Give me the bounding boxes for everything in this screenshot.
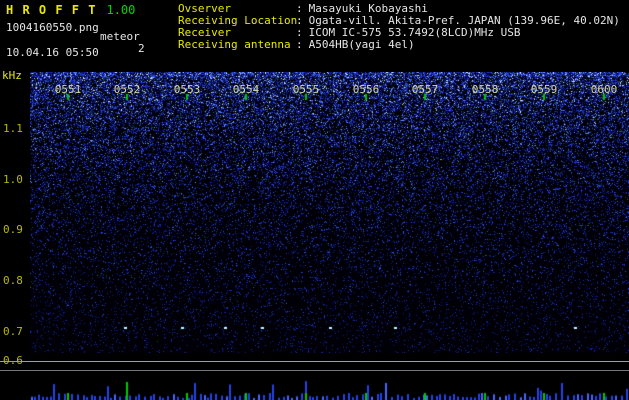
time-tick-0551: 0551 — [54, 83, 82, 96]
spectrogram-canvas — [30, 72, 629, 353]
meteor-counter-label: meteor — [100, 30, 140, 43]
antenna-value: A504HB(yagi 4el) — [308, 38, 415, 51]
colon-separator: : — [296, 38, 303, 51]
output-filename: 1004160550.png — [6, 21, 99, 34]
time-tick-0554: 0554 — [232, 83, 260, 96]
hrofft-window: H R O F F T 1.00 1004160550.png meteor 2 … — [0, 0, 629, 400]
freq-tick-0-6: 0.6 — [3, 354, 23, 367]
time-tick-0553: 0553 — [173, 83, 201, 96]
info-row-antenna: Receiving antenna: A504HB(yagi 4el) — [178, 39, 620, 51]
freq-tick-0-8: 0.8 — [3, 274, 23, 287]
khz-axis-label: kHz — [2, 69, 22, 82]
time-tick-0557: 0557 — [411, 83, 439, 96]
meteor-counter-value: 2 — [138, 42, 145, 55]
station-info: Ovserver: Masayuki Kobayashi Receiving Lo… — [178, 3, 620, 51]
freq-tick-0-7: 0.7 — [3, 325, 23, 338]
level-ref-line-upper — [0, 361, 629, 362]
title-line: H R O F F T 1.00 — [6, 4, 135, 17]
time-tick-0556: 0556 — [352, 83, 380, 96]
level-ref-line-lower — [0, 370, 629, 371]
time-tick-0600: 0600 — [590, 83, 618, 96]
freq-tick-0-9: 0.9 — [3, 223, 23, 236]
app-version: 1.00 — [106, 3, 136, 17]
time-tick-0558: 0558 — [471, 83, 499, 96]
level-graph-canvas — [30, 376, 629, 400]
record-timestamp: 10.04.16 05:50 — [6, 46, 99, 59]
time-tick-0559: 0559 — [530, 83, 558, 96]
freq-tick-1-0: 1.0 — [3, 173, 23, 186]
freq-tick-1-1: 1.1 — [3, 122, 23, 135]
app-title: H R O F F T — [6, 3, 97, 17]
time-tick-0552: 0552 — [113, 83, 141, 96]
time-tick-0555: 0555 — [292, 83, 320, 96]
antenna-label: Receiving antenna — [178, 38, 291, 51]
